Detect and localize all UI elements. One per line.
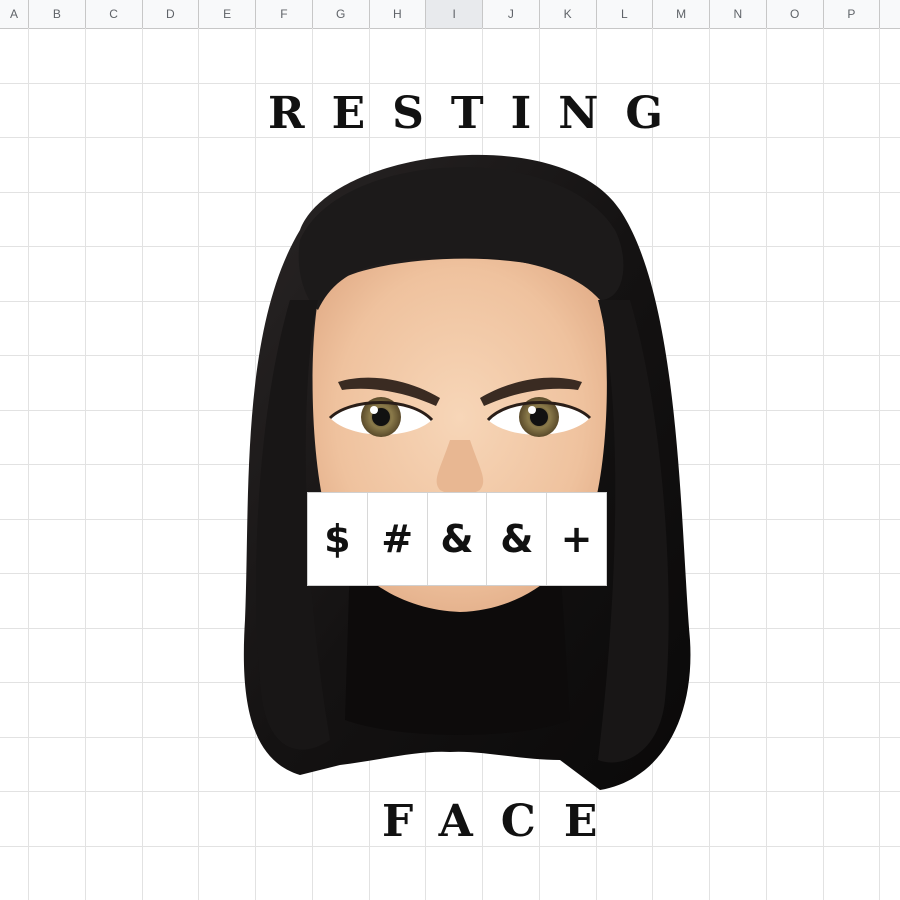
censor-symbol: &	[428, 493, 488, 585]
censor-symbol: $	[308, 493, 368, 585]
title-top-word: RESTING	[268, 88, 690, 139]
censor-symbol: +	[560, 517, 593, 561]
censor-bar: $ # & & +	[307, 492, 607, 586]
title-bottom-word: FACE	[382, 796, 626, 847]
censor-symbol: &	[487, 493, 548, 585]
censor-symbol: #	[368, 493, 428, 585]
